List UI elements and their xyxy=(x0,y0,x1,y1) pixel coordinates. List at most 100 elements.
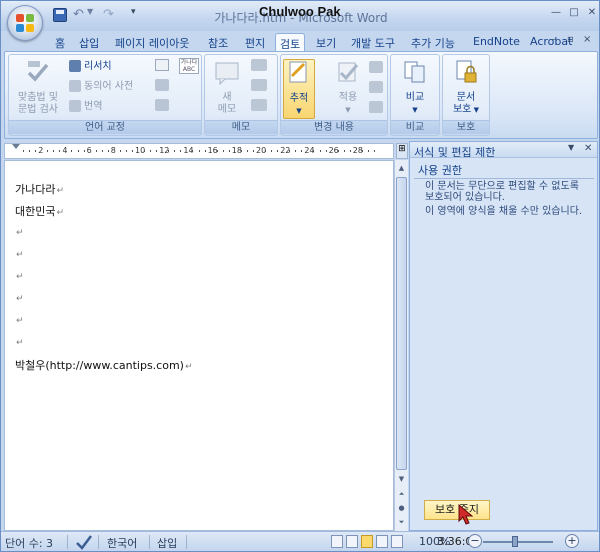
tab-insert[interactable]: 삽입 xyxy=(75,33,103,51)
ruler-tick xyxy=(125,150,127,152)
minimize-button[interactable]: — xyxy=(548,6,564,20)
scroll-thumb[interactable] xyxy=(396,177,407,470)
select-browse-object-icon[interactable]: ● xyxy=(395,502,408,514)
draft-view-icon[interactable] xyxy=(391,535,403,548)
ruler-tick xyxy=(150,150,152,152)
research-button[interactable]: 리서치 xyxy=(69,59,112,75)
next-change-icon[interactable] xyxy=(369,101,383,113)
group-compare: 비교 ▼ 비교 xyxy=(390,54,440,136)
protect-document-button[interactable]: 문서 보호 ▼ xyxy=(447,59,485,116)
ruler-tick xyxy=(246,150,248,152)
word-count-status[interactable]: 단어 수: 3 xyxy=(5,535,53,551)
tab-references[interactable]: 참조 xyxy=(204,33,232,51)
horizontal-ruler[interactable]: 2 4 6 8 10 12 14 16 18 20 22 24 26 28 xyxy=(4,143,394,159)
tab-page-layout[interactable]: 페이지 레이아웃 xyxy=(111,33,193,51)
previous-comment-icon[interactable] xyxy=(251,79,267,91)
protect-label-1: 문서 xyxy=(456,92,476,103)
new-comment-button[interactable]: 새 메모 xyxy=(208,59,246,116)
doc-minimize-button[interactable]: – xyxy=(552,34,557,45)
previous-page-icon[interactable]: ⏶ xyxy=(395,488,408,500)
group-proofing: 맞춤법 및 문법 검사 리서치 동의어 사전 번역 가나다 ABC 언어 교정 xyxy=(8,54,202,136)
doc-restore-button[interactable]: ▫ xyxy=(567,34,574,45)
tab-add-ins[interactable]: 추가 기능 xyxy=(407,33,459,51)
print-layout-view-icon[interactable] xyxy=(331,535,343,548)
zoom-slider-thumb[interactable] xyxy=(512,536,518,547)
outline-view-icon[interactable] xyxy=(376,535,388,548)
group-protect: 문서 보호 ▼ 보호 xyxy=(442,54,490,136)
office-logo-icon xyxy=(16,14,34,32)
reject-icon[interactable] xyxy=(369,61,383,73)
taskpane-close-icon[interactable]: ✕ xyxy=(584,143,592,154)
ruler-tick xyxy=(204,150,206,152)
word-count-icon[interactable]: 가나다 ABC xyxy=(179,58,199,74)
ruler-number: 6 xyxy=(86,146,92,155)
full-screen-reading-view-icon[interactable] xyxy=(346,535,358,548)
paragraph-mark-icon: ↵ xyxy=(16,272,24,282)
taskpane-title: 서식 및 편집 제한 xyxy=(414,146,496,159)
stop-spelling-icon[interactable] xyxy=(155,99,169,111)
thesaurus-icon xyxy=(69,80,81,92)
insert-mode-status[interactable]: 삽입 xyxy=(157,535,177,551)
indent-marker-icon[interactable] xyxy=(12,144,20,149)
previous-change-icon[interactable] xyxy=(369,81,383,93)
tracking-group-label: 변경 내용 xyxy=(281,120,387,134)
office-button[interactable] xyxy=(7,5,43,41)
stop-protection-button[interactable]: 보호 중지 xyxy=(424,500,490,520)
ruler-number: 2 xyxy=(38,146,44,155)
doc-line: 대한민국↵ xyxy=(15,203,64,219)
set-language-icon[interactable] xyxy=(155,59,173,73)
doc-line: 박철우(http://www.cantips.com)↵ xyxy=(15,357,193,373)
zoom-out-button[interactable]: − xyxy=(468,534,482,548)
tab-home[interactable]: 홈 xyxy=(51,33,69,51)
scroll-up-icon[interactable]: ▲ xyxy=(395,162,408,174)
ruler-tick xyxy=(119,150,121,152)
track-changes-button[interactable]: 추적 ▼ xyxy=(283,59,315,119)
doc-line-text: 가나다라 xyxy=(15,183,56,196)
paragraph-mark-icon: ↵ xyxy=(16,228,24,238)
research-icon xyxy=(69,60,81,72)
undo-dropdown-icon[interactable]: ▼ xyxy=(87,7,101,21)
translate-button[interactable]: 번역 xyxy=(69,99,102,115)
ruler-tick xyxy=(83,150,85,152)
accept-button[interactable]: 적용 ▼ xyxy=(331,59,365,116)
ruler-tick xyxy=(29,150,31,152)
taskpane-menu-icon[interactable]: ▼ xyxy=(568,143,574,152)
ruler-tick xyxy=(252,150,254,152)
ruler-tick xyxy=(240,150,242,152)
next-page-icon[interactable]: ⏷ xyxy=(395,516,408,528)
language-status[interactable]: 한국어 xyxy=(107,535,137,551)
zoom-slider-track[interactable] xyxy=(483,541,553,543)
close-button[interactable]: ✕ xyxy=(584,6,599,20)
translate-label: 번역 xyxy=(84,101,103,112)
doc-close-button[interactable]: × xyxy=(583,34,591,45)
tab-mailings[interactable]: 편지 xyxy=(241,33,269,51)
ruler-tick xyxy=(325,150,327,152)
track-changes-label: 추적 xyxy=(289,93,309,104)
redo-icon[interactable]: ↷ xyxy=(103,7,117,22)
spelling-grammar-button[interactable]: 맞춤법 및 문법 검사 xyxy=(12,59,64,116)
new-comment-label-1: 새 xyxy=(222,92,232,103)
save-icon[interactable] xyxy=(53,8,67,22)
tab-review[interactable]: 검토 xyxy=(275,33,306,51)
web-layout-view-icon[interactable] xyxy=(361,535,373,548)
tab-endnote[interactable]: EndNote xyxy=(469,33,524,51)
customize-qat-icon[interactable]: ▾ xyxy=(131,7,145,21)
tab-developer[interactable]: 개발 도구 xyxy=(347,33,399,51)
next-comment-icon[interactable] xyxy=(251,99,267,111)
maximize-button[interactable]: □ xyxy=(566,6,582,20)
view-ruler-toggle-icon[interactable]: ⊞ xyxy=(396,143,408,159)
check-document-icon[interactable] xyxy=(155,79,169,91)
compare-button[interactable]: 비교 ▼ xyxy=(397,59,433,116)
paragraph-mark-icon: ↵ xyxy=(16,338,24,348)
thesaurus-button[interactable]: 동의어 사전 xyxy=(69,79,133,95)
doc-line: ↵ xyxy=(15,291,24,304)
zoom-in-button[interactable]: + xyxy=(565,534,579,548)
delete-comment-icon[interactable] xyxy=(251,59,267,71)
proofing-status-icon[interactable] xyxy=(75,534,93,550)
tab-view[interactable]: 보기 xyxy=(312,33,340,51)
doc-line: 가나다라↵ xyxy=(15,181,64,197)
scroll-down-icon[interactable]: ▼ xyxy=(395,473,408,485)
document-area[interactable]: 가나다라↵ 대한민국↵ ↵ ↵ ↵ ↵ ↵ ↵ 박철우(http://www.c… xyxy=(4,160,394,531)
vertical-scrollbar[interactable]: ▲ ▼ ⏶ ● ⏷ xyxy=(394,160,408,531)
undo-icon[interactable]: ↶ xyxy=(73,7,87,22)
